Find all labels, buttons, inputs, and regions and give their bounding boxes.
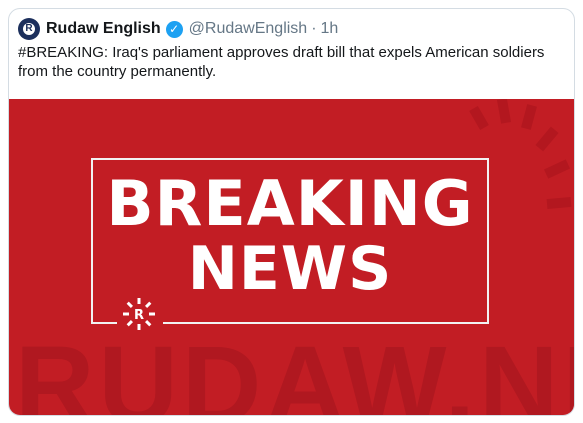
tweet-card[interactable]: R Rudaw English ✓ @RudawEnglish · 1h #BR… (8, 8, 575, 416)
avatar[interactable]: R (18, 18, 40, 40)
verified-icon: ✓ (165, 20, 183, 38)
watermark: RUDAW.NET (15, 324, 574, 416)
separator-dot: · (311, 20, 317, 37)
timestamp[interactable]: 1h (321, 20, 339, 38)
headline-news: NEWS (187, 234, 393, 304)
tweet-header: R Rudaw English ✓ @RudawEnglish · 1h (18, 17, 338, 41)
author-handle[interactable]: @RudawEnglish (189, 20, 308, 38)
logo-letter: R (134, 308, 144, 323)
rudaw-logo-icon: R (123, 298, 155, 330)
headline-breaking: BREAKING (106, 167, 474, 240)
avatar-letter: R (25, 23, 33, 34)
author-name[interactable]: Rudaw English (46, 20, 161, 38)
breaking-news-image[interactable]: RUDAW.NET BREAKING NEWS (9, 99, 574, 415)
tweet-text: #BREAKING: Iraq's parliament approves dr… (18, 44, 545, 80)
